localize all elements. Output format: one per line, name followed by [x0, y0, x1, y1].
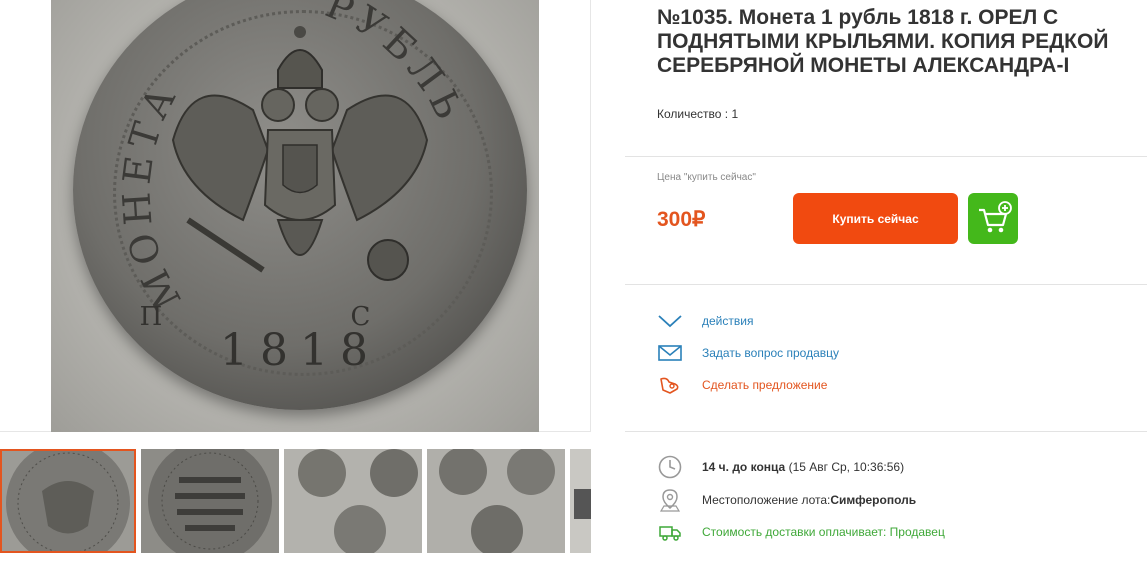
coin-year: 1818 — [220, 325, 380, 376]
thumbnail-3[interactable] — [284, 449, 422, 553]
price-caption: Цена "купить сейчас" — [657, 172, 756, 183]
watch-action[interactable]: действия — [657, 311, 753, 331]
end-date: (15 Авг Ср, 10:36:56) — [788, 460, 905, 474]
price-amount: 300 — [657, 208, 693, 231]
ask-seller-link[interactable]: Задать вопрос продавцу — [702, 346, 839, 360]
shipping-text: Стоимость доставки оплачивает: Продавец — [702, 525, 945, 539]
coin-image: МОНЕТА РУБЛЬ 1818 П С — [73, 0, 527, 410]
price-value: 300₽ — [657, 207, 705, 232]
title-line-1: №1035. Монета 1 рубль 1818 г. ОРЕЛ С — [657, 6, 1059, 29]
location-value: Симферополь — [830, 493, 917, 507]
location-info: Местоположение лота: Симферополь — [657, 487, 916, 513]
make-offer-link[interactable]: Сделать предложение — [702, 378, 827, 392]
time-left-info: 14 ч. до конца (15 Авг Ср, 10:36:56) — [657, 454, 904, 480]
watch-link[interactable]: действия — [702, 314, 753, 328]
coin-mint-mark: П С — [140, 302, 461, 332]
title-line-2: ПОДНЯТЫМИ КРЫЛЬЯМИ. КОПИЯ РЕДКОЙ — [657, 30, 1109, 53]
envelope-icon — [658, 345, 682, 361]
main-product-image[interactable]: МОНЕТА РУБЛЬ 1818 П С — [51, 0, 539, 432]
time-left: 14 ч. до конца — [702, 460, 786, 474]
thumbnail-strip — [0, 449, 591, 553]
coin-legend-left: МОНЕТА — [114, 75, 184, 317]
divider — [625, 284, 1147, 285]
coin-engraving: МОНЕТА РУБЛЬ 1818 П С — [114, 0, 467, 376]
title-line-3: СЕРЕБРЯНОЙ МОНЕТЫ АЛЕКСАНДРА-I — [657, 54, 1070, 77]
shipping-info: Стоимость доставки оплачивает: Продавец — [657, 519, 945, 545]
main-image-frame: МОНЕТА РУБЛЬ 1818 П С — [0, 0, 591, 432]
thumbnail-1[interactable] — [0, 449, 136, 553]
location-label: Местоположение лота: — [702, 493, 831, 507]
add-to-cart-button[interactable] — [968, 193, 1018, 244]
svg-text:МОНЕТА: МОНЕТА — [114, 75, 190, 317]
quantity-label: Количество : 1 — [657, 107, 739, 121]
divider — [625, 156, 1147, 157]
location-pin-icon — [659, 489, 681, 512]
thumbnail-2[interactable] — [141, 449, 279, 553]
make-offer-action[interactable]: Сделать предложение — [657, 375, 827, 395]
currency-symbol: ₽ — [692, 208, 706, 231]
cart-plus-icon — [979, 201, 1012, 233]
buy-now-button[interactable]: Купить сейчас — [793, 193, 958, 244]
thumbnail-4[interactable] — [427, 449, 565, 553]
ask-seller-action[interactable]: Задать вопрос продавцу — [657, 343, 839, 363]
thumbnail-5[interactable] — [570, 449, 591, 553]
delivery-truck-icon — [659, 526, 681, 541]
page-title: №1035. Монета 1 рубль 1818 г. ОРЕЛ С ПОД… — [657, 6, 1147, 78]
chevron-down-icon — [658, 315, 682, 328]
divider — [625, 431, 1147, 432]
hand-offer-icon — [660, 377, 679, 394]
clock-icon — [658, 455, 682, 479]
